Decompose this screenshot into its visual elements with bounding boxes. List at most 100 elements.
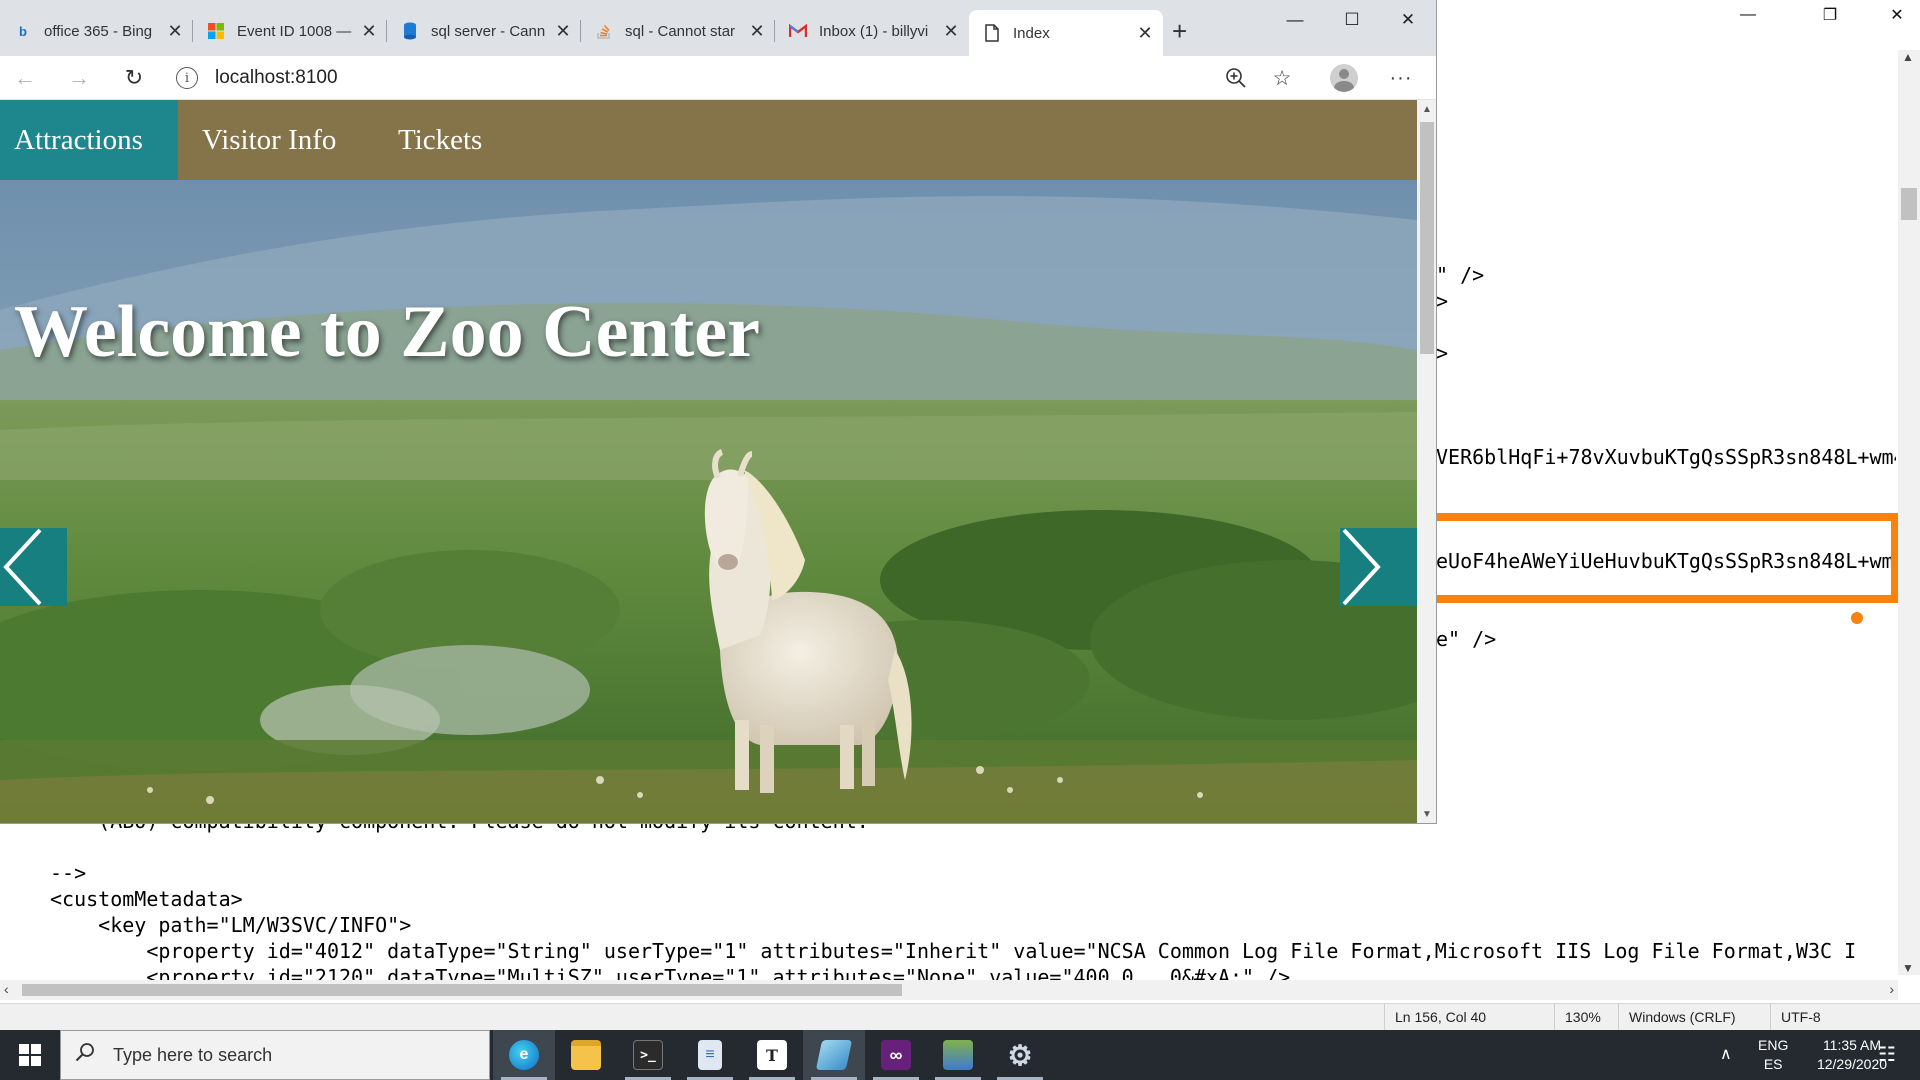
browser-tab[interactable]: b office 365 - Bing ✕ — [0, 10, 193, 52]
favorites-star-icon[interactable]: ☆ — [1265, 62, 1299, 94]
scroll-up-arrow-icon[interactable]: ▲ — [1902, 50, 1914, 64]
code-line[interactable]: --> — [50, 860, 86, 886]
scroll-up-arrow-icon[interactable]: ▲ — [1422, 104, 1432, 115]
taskbar-search-box[interactable]: Type here to search — [60, 1030, 490, 1080]
minimize-button[interactable]: — — [1270, 0, 1320, 40]
scroll-down-arrow-icon[interactable]: ▼ — [1902, 961, 1914, 975]
page-vertical-scrollbar[interactable]: ▲ ▼ — [1417, 100, 1436, 823]
url-text[interactable]: localhost:8100 — [215, 67, 338, 89]
scrollbar-thumb[interactable] — [1420, 122, 1434, 354]
browser-toolbar: ← → ↻ i localhost:8100 ☆ ··· — [0, 56, 1436, 100]
more-options-icon[interactable]: ··· — [1384, 62, 1418, 94]
scrollbar-thumb[interactable] — [1901, 188, 1917, 220]
tab-title: sql - Cannot star — [625, 22, 736, 40]
back-icon[interactable]: ← — [8, 62, 42, 94]
code-line[interactable]: e" /> — [1436, 626, 1496, 652]
tab-title: Index — [1013, 24, 1050, 42]
scroll-down-arrow-icon[interactable]: ▼ — [1422, 809, 1432, 820]
site-info-icon[interactable]: i — [176, 67, 198, 89]
taskbar-app-edge[interactable]: e — [493, 1030, 555, 1080]
nav-attractions[interactable]: Attractions — [0, 100, 178, 180]
refresh-icon[interactable]: ↻ — [117, 62, 151, 94]
editor-horizontal-scrollbar[interactable]: ‹ › — [0, 980, 1898, 1000]
code-line[interactable]: > — [1436, 340, 1448, 366]
close-icon[interactable]: ✕ — [359, 21, 379, 42]
zoom-level: 130% — [1554, 1004, 1618, 1031]
tab-title: sql server - Cann — [431, 22, 546, 40]
carousel-prev-button[interactable] — [0, 528, 67, 606]
hero-carousel: Welcome to Zoo Center — [0, 180, 1417, 823]
editor-minimize-button[interactable]: — — [1725, 0, 1771, 30]
code-line[interactable]: > — [1436, 288, 1448, 314]
visual-studio-icon: ∞ — [881, 1040, 911, 1070]
code-line[interactable]: <customMetadata> — [50, 886, 243, 912]
nav-tickets[interactable]: Tickets — [384, 100, 496, 180]
taskbar-app-editor[interactable] — [803, 1030, 865, 1080]
chevron-right-icon — [1342, 528, 1381, 606]
windows-logo-icon — [19, 1044, 41, 1066]
close-icon[interactable]: ✕ — [747, 21, 767, 42]
code-line[interactable]: <property id="2120" dataType="MultiSZ" u… — [50, 964, 1898, 980]
code-line[interactable]: <property id="4012" dataType="String" us… — [50, 938, 1898, 964]
keyboard-layout: ES — [1763, 1056, 1783, 1072]
page-icon — [983, 24, 1001, 42]
site-navigation: Attractions Visitor Info Tickets — [0, 100, 1417, 180]
profile-avatar[interactable] — [1330, 64, 1358, 92]
typora-icon: T — [757, 1040, 787, 1070]
explorer-file-icon — [815, 1040, 853, 1070]
taskbar-app-file-explorer[interactable] — [555, 1030, 617, 1080]
start-button[interactable] — [0, 1030, 60, 1080]
browser-tab[interactable]: Inbox (1) - billyvi ✕ — [775, 10, 969, 52]
zoom-icon[interactable] — [1219, 62, 1253, 94]
nav-visitor-info[interactable]: Visitor Info — [188, 100, 350, 180]
chevron-left-icon — [3, 528, 42, 606]
address-bar[interactable]: i localhost:8100 — [176, 62, 1286, 94]
language-code: ENG — [1758, 1037, 1789, 1053]
editor-close-button[interactable]: ✕ — [1874, 0, 1920, 30]
taskbar-app-settings[interactable]: ⚙ — [989, 1030, 1051, 1080]
browser-tab[interactable]: sql - Cannot star ✕ — [581, 10, 775, 52]
close-icon[interactable]: ✕ — [165, 21, 185, 42]
browser-tab-active[interactable]: Index ✕ — [969, 10, 1163, 56]
browser-window[interactable]: b office 365 - Bing ✕ Event ID 1008 — ✕ … — [0, 0, 1437, 824]
editor-status-bar: Ln 156, Col 40 130% Windows (CRLF) UTF-8 — [0, 1003, 1920, 1031]
maximize-button[interactable]: ☐ — [1327, 0, 1377, 40]
browser-tab[interactable]: Event ID 1008 — ✕ — [193, 10, 387, 52]
code-line[interactable]: <key path="LM/W3SVC/INFO"> — [50, 912, 411, 938]
scroll-right-arrow-icon[interactable]: › — [1889, 981, 1894, 997]
page-viewport: Attractions Visitor Info Tickets Welcome… — [0, 100, 1417, 823]
close-window-button[interactable]: ✕ — [1383, 0, 1433, 40]
editor-vertical-scrollbar[interactable]: ▲ ▼ — [1898, 50, 1920, 975]
code-line[interactable]: " /> — [1436, 262, 1484, 288]
browser-tab[interactable]: sql server - Cann ✕ — [387, 10, 581, 52]
editor-window-controls: — ❐ ✕ — [1437, 0, 1920, 30]
tab-title: Event ID 1008 — — [237, 22, 352, 40]
taskbar: Type here to search e >_ ≡ T ∞ ⚙ ∧ ENG E… — [0, 1030, 1920, 1080]
forward-icon[interactable]: → — [62, 62, 96, 94]
new-tab-button[interactable]: + — [1172, 16, 1187, 46]
taskbar-app-terminal[interactable]: >_ — [617, 1030, 679, 1080]
carousel-next-button[interactable] — [1340, 528, 1417, 606]
chevron-up-icon[interactable]: ∧ — [1720, 1044, 1732, 1064]
line-ending: Windows (CRLF) — [1618, 1004, 1770, 1031]
taskbar-app-notepad[interactable]: ≡ — [679, 1030, 741, 1080]
taskbar-app-typora[interactable]: T — [741, 1030, 803, 1080]
editor-restore-button[interactable]: ❐ — [1807, 0, 1853, 30]
taskbar-app-visual-studio[interactable]: ∞ — [865, 1030, 927, 1080]
close-icon[interactable]: ✕ — [941, 21, 961, 42]
iis-manager-icon — [943, 1040, 973, 1070]
notification-center-icon[interactable]: ☷ — [1878, 1042, 1896, 1067]
scrollbar-thumb[interactable] — [22, 984, 902, 996]
terminal-icon: >_ — [633, 1040, 663, 1070]
taskbar-app-iis-manager[interactable] — [927, 1030, 989, 1080]
close-icon[interactable]: ✕ — [1135, 23, 1155, 44]
close-icon[interactable]: ✕ — [553, 21, 573, 42]
search-placeholder: Type here to search — [113, 1044, 273, 1065]
hero-image — [0, 180, 1417, 823]
code-line[interactable]: VER6blHqFi+78vXuvbuKTgQsSSpR3sn848L+wm4 — [1436, 444, 1896, 470]
scroll-left-arrow-icon[interactable]: ‹ — [4, 981, 9, 997]
sql-server-icon — [401, 22, 419, 40]
settings-icon: ⚙ — [1007, 1039, 1033, 1071]
highlight-annotation-box — [1420, 513, 1899, 603]
input-language[interactable]: ENG ES — [1758, 1036, 1788, 1074]
